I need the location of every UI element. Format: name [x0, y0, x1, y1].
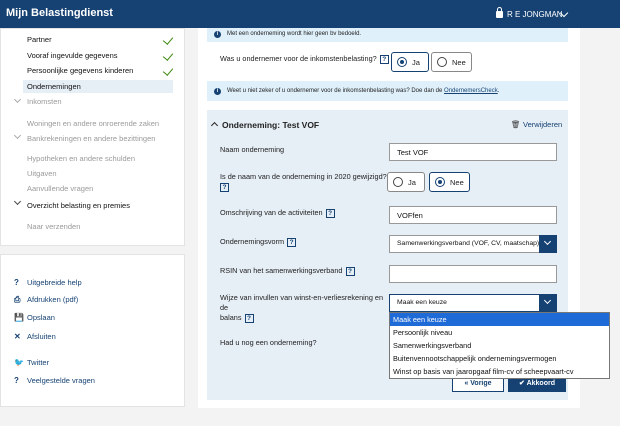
sidebar-nav: Partner Vooraf ingevulde gegevens Persoo…	[0, 28, 185, 246]
top-bar: Mijn Belastingdienst R E JONGMAN	[0, 0, 620, 28]
remove-link[interactable]: Verwijderen	[523, 120, 562, 129]
help-icon[interactable]: ?	[287, 237, 297, 247]
chevron-down-icon[interactable]	[539, 294, 557, 312]
naam-input[interactable]: Test VOF	[389, 143, 557, 161]
sidebar-item-woningen: Woningen en andere onroerende zaken	[27, 119, 160, 128]
twitter-icon: 🐦	[14, 358, 24, 367]
omschrijving-input[interactable]: VOFfen	[389, 206, 557, 224]
dropdown-option[interactable]: Winst op basis van jaaropgaaf film-cv of…	[390, 365, 609, 378]
chevron-down-icon	[13, 95, 22, 104]
omschrijving-label: Omschrijving van de activiteiten?	[220, 208, 335, 218]
chevron-down-icon	[13, 197, 22, 206]
radio-dot	[397, 57, 407, 67]
sidebar-item-kinderen[interactable]: Persoonlijke gegevens kinderen	[27, 66, 133, 75]
help-icon[interactable]: ?	[325, 208, 335, 218]
faq-icon: ?	[14, 376, 19, 385]
sidebar-item-inkomsten: Inkomsten	[27, 97, 62, 106]
naam-label: Naam onderneming	[220, 145, 285, 154]
sidebar-actions: ? Uitgebreide help ⎙ Afdrukken (pdf) 💾 O…	[0, 254, 185, 407]
twitter-link[interactable]: Twitter	[27, 358, 49, 367]
chevron-down-icon[interactable]	[539, 235, 557, 253]
vorm-label: Ondernemingsvorm?	[220, 237, 297, 247]
section-title: Onderneming: Test VOF	[222, 120, 320, 130]
radio-dot	[437, 57, 447, 67]
sidebar-item-overzicht[interactable]: Overzicht belasting en premies	[27, 201, 130, 210]
wijze-label: Wijze van invullen van winst-en-verliesr…	[220, 293, 384, 323]
ondernemerscheck-link[interactable]: OndernemersCheck	[444, 88, 498, 94]
lock-icon	[496, 7, 503, 18]
radio-ondernemer-ja[interactable]: Ja	[391, 52, 429, 72]
radio-ondernemer-nee[interactable]: Nee	[431, 52, 472, 72]
help-icon[interactable]: ?	[220, 182, 229, 192]
sidebar-item-partner[interactable]: Partner	[27, 35, 52, 44]
print-icon: ⎙	[14, 295, 21, 304]
save-link[interactable]: Opslaan	[27, 313, 55, 322]
close-link[interactable]: Afsluiten	[27, 332, 56, 341]
check-icon	[162, 50, 174, 61]
help-link[interactable]: Uitgebreide help	[27, 278, 82, 287]
dropdown-option[interactable]: Samenwerkingsverband	[390, 339, 609, 352]
help-icon: ?	[14, 278, 19, 287]
info-text: Weet u niet zeker of u ondernemer voor d…	[227, 88, 500, 94]
nog-onderneming-label: Had u nog een onderneming?	[220, 338, 317, 347]
user-menu[interactable]: R E JONGMAN	[496, 7, 563, 19]
wijze-select[interactable]: Maak een keuze	[389, 294, 557, 312]
dropdown-option[interactable]: Maak een keuze	[390, 313, 609, 326]
gewijzigd-label: Is de naam van de onderneming in 2020 ge…	[220, 172, 387, 192]
rsin-input[interactable]	[389, 265, 557, 283]
dropdown-option[interactable]: Buitenvennootschappelijk ondernemingsver…	[390, 352, 609, 365]
sidebar-item-uitgaven: Uitgaven	[27, 169, 57, 178]
info-note: i Met een onderneming wordt hier geen bv…	[207, 28, 568, 42]
info-icon: i	[214, 88, 221, 95]
dropdown-option[interactable]: Persoonlijk niveau	[390, 326, 609, 339]
sidebar-item-hypotheken: Hypotheken en andere schulden	[27, 154, 135, 163]
save-icon: 💾	[14, 313, 24, 322]
vorm-select[interactable]: Samenwerkingsverband (VOF, CV, maatschap…	[389, 235, 557, 253]
sidebar-item-vooraf[interactable]: Vooraf ingevulde gegevens	[27, 51, 118, 60]
radio-gewijzigd-ja[interactable]: Ja	[387, 172, 425, 192]
radio-dot	[435, 177, 445, 187]
sidebar-item-verzenden: Naar verzenden	[27, 222, 81, 231]
radio-gewijzigd-nee[interactable]: Nee	[429, 172, 470, 192]
close-icon: ✕	[14, 332, 21, 341]
faq-link[interactable]: Veelgestelde vragen	[27, 376, 95, 385]
wijze-dropdown-list: Maak een keuze Persoonlijk niveau Samenw…	[389, 312, 610, 379]
info-note-text: Met een onderneming wordt hier geen bv b…	[227, 31, 362, 37]
app-title[interactable]: Mijn Belastingdienst	[6, 7, 113, 19]
trash-icon: 🗑	[511, 120, 521, 129]
help-icon[interactable]: ?	[244, 313, 254, 323]
help-icon[interactable]: ?	[345, 266, 355, 276]
info-icon: i	[214, 31, 221, 38]
sidebar-item-ondernemingen[interactable]: Ondernemingen	[23, 80, 173, 93]
help-icon[interactable]: ?	[379, 54, 389, 64]
check-icon	[162, 34, 174, 45]
sidebar-item-aanvullend: Aanvullende vragen	[27, 184, 94, 193]
question-ondernemer: Was u ondernemer voor de inkomstenbelast…	[220, 54, 389, 64]
sidebar-item-bank: Bankrekeningen en andere bezittingen	[27, 134, 156, 143]
radio-dot	[393, 177, 403, 187]
chevron-down-icon	[13, 131, 22, 140]
rsin-label: RSIN van het samenwerkingsverband?	[220, 266, 355, 276]
user-name: R E JONGMAN	[507, 10, 563, 19]
check-icon	[162, 65, 174, 76]
print-link[interactable]: Afdrukken (pdf)	[27, 295, 78, 304]
info-box-check: i Weet u niet zeker of u ondernemer voor…	[207, 81, 568, 101]
